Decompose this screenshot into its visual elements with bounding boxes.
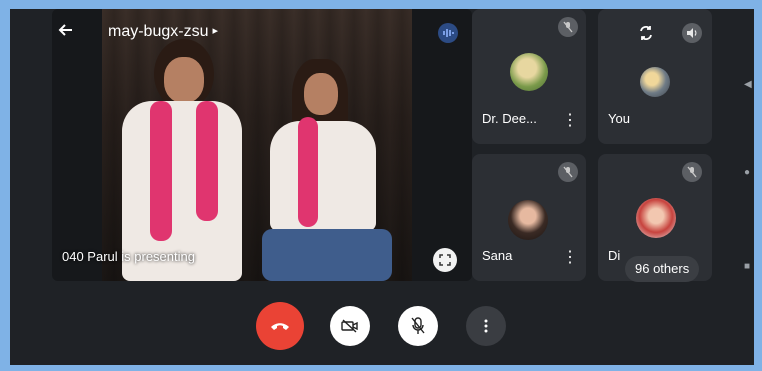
meet-window: may-bugx-zsu ▸ 040 Parul is presenting Dr… [10,9,754,365]
participant-name: You [608,111,630,126]
participant-name: Di [608,248,621,263]
call-controls [10,299,754,365]
mic-toggle-button[interactable] [398,306,438,346]
chevron-right-icon: ▸ [212,25,219,37]
camera-off-icon [341,319,358,333]
presentation-video [102,9,412,281]
participant-name: Sana [482,248,513,263]
mic-off-icon [682,162,702,182]
system-navigation-bar: ◀ ● ■ [734,9,754,365]
more-vertical-icon[interactable]: ⋮ [562,113,578,129]
others-count-badge[interactable]: 96 others [625,256,700,282]
nav-back-icon[interactable]: ◀ [744,79,752,90]
participant-name: Dr. Dee... [482,111,537,126]
speaker-icon[interactable] [682,23,702,43]
mic-off-icon [411,317,425,334]
meeting-code[interactable]: may-bugx-zsu ▸ [108,23,218,41]
camera-toggle-button[interactable] [330,306,370,346]
top-bar: may-bugx-zsu ▸ [10,9,472,49]
switch-camera-icon[interactable] [636,23,656,43]
nav-home-icon[interactable]: ● [744,167,750,178]
avatar [510,53,548,91]
participant-tile[interactable]: Sana ⋮ [472,154,586,281]
more-vertical-icon[interactable]: ⋮ [562,250,578,266]
fullscreen-icon[interactable] [433,248,457,272]
presenter-label: 040 Parul is presenting [62,249,195,264]
video-person-left [112,39,252,281]
participant-tile-self[interactable]: You [598,9,712,144]
avatar [508,200,548,240]
end-call-icon [271,323,289,330]
mic-off-icon [558,162,578,182]
more-vertical-icon [484,319,488,333]
arrow-left-icon[interactable] [58,22,74,41]
more-options-button[interactable] [466,306,506,346]
mic-off-icon [558,17,578,37]
video-person-right [262,59,392,281]
participant-tile[interactable]: Dr. Dee... ⋮ [472,9,586,144]
meeting-code-text: may-bugx-zsu [108,23,209,40]
nav-recents-icon[interactable]: ■ [744,261,750,272]
presentation-stage[interactable] [52,9,472,281]
avatar [636,198,676,238]
end-call-button[interactable] [256,302,304,350]
audio-wave-icon [438,23,458,43]
avatar [640,67,670,97]
